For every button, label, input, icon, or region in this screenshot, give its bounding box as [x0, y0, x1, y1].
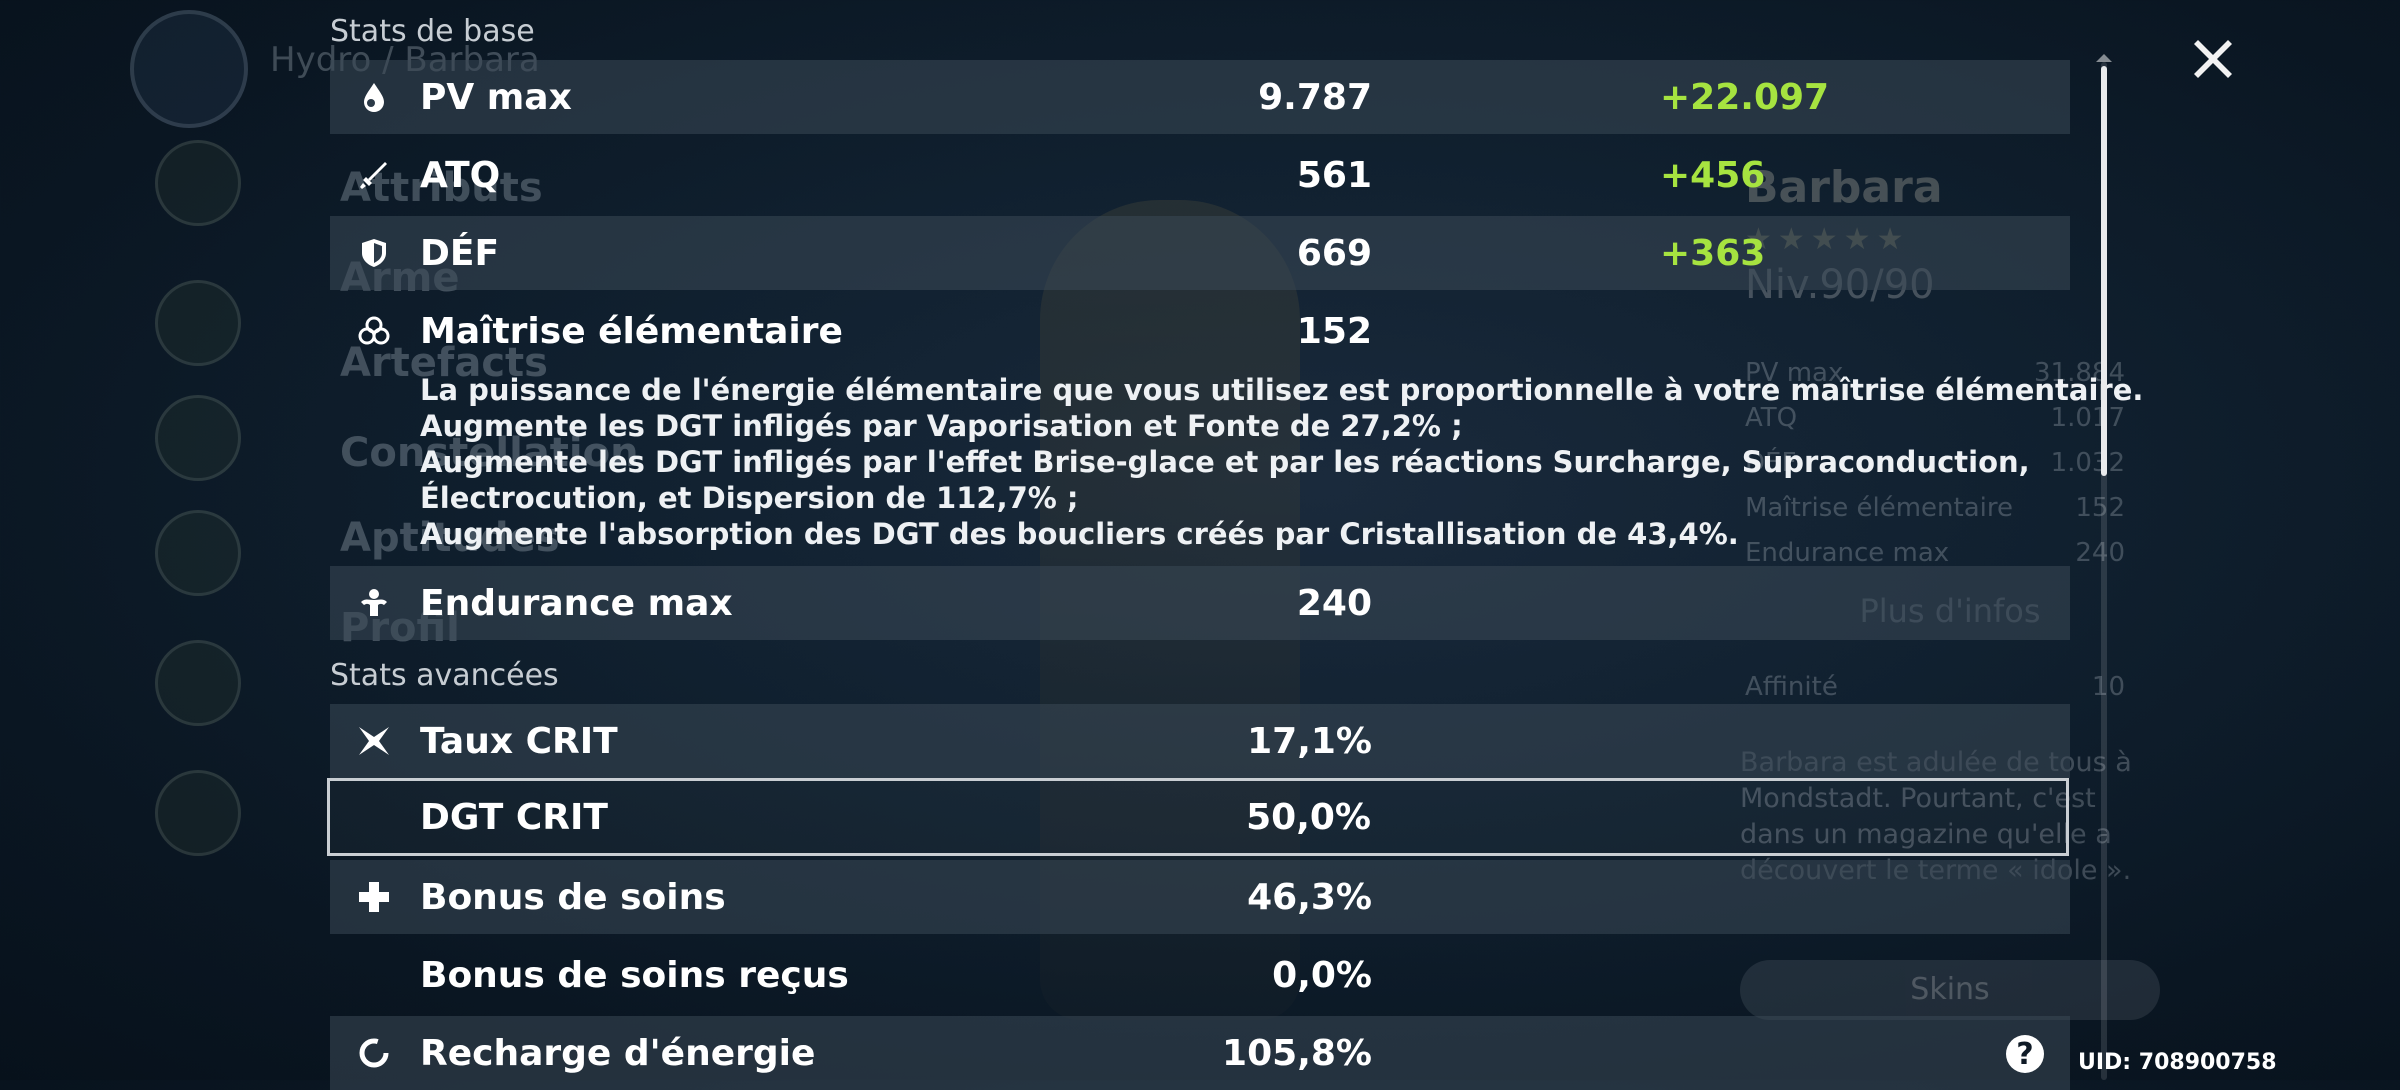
stat-value: 17,1%: [1247, 720, 1372, 762]
section-title-advanced: Stats avancées: [330, 658, 559, 693]
hp-drop-icon: [354, 77, 394, 117]
elemental-mastery-icon: [354, 311, 394, 351]
description-line: Augmente les DGT infligés par Vaporisati…: [420, 409, 1463, 443]
stamina-icon: [354, 583, 394, 623]
stat-value: 50,0%: [1246, 796, 1371, 838]
healing-cross-icon: [354, 877, 394, 917]
close-icon: [2194, 40, 2232, 78]
stat-bonus: +22.097: [1660, 76, 1830, 118]
energy-recharge-icon: [354, 1033, 394, 1073]
player-uid: UID: 708900758: [2078, 1050, 2277, 1075]
stat-label: Maîtrise élémentaire: [420, 310, 843, 352]
description-line: Électrocution, et Dispersion de 112,7% ;: [420, 481, 1079, 515]
stat-label: Recharge d'énergie: [420, 1032, 816, 1074]
stat-label: Bonus de soins reçus: [420, 954, 849, 996]
stat-label: Bonus de soins: [420, 876, 726, 918]
stat-value: 9.787: [1258, 76, 1372, 118]
close-button[interactable]: [2186, 32, 2240, 86]
stat-row-elemental-mastery[interactable]: Maîtrise élémentaire 152: [330, 294, 2070, 368]
stat-value: 240: [1296, 582, 1372, 624]
section-title-base: Stats de base: [330, 14, 535, 49]
stat-value: 152: [1296, 310, 1372, 352]
stat-value: 0,0%: [1272, 954, 1372, 996]
stat-label: DGT CRIT: [420, 796, 608, 838]
stat-label: Taux CRIT: [420, 720, 618, 762]
mastery-description: La puissance de l'énergie élémentaire qu…: [420, 372, 2144, 552]
stat-label: PV max: [420, 76, 572, 118]
stat-value: 669: [1296, 232, 1372, 274]
stat-label: ATQ: [420, 154, 501, 196]
stat-value: 561: [1296, 154, 1372, 196]
stat-label: Endurance max: [420, 582, 733, 624]
stat-row-crit-rate: Taux CRIT 17,1%: [330, 704, 2070, 778]
stat-row-crit-dmg[interactable]: DGT CRIT 50,0%: [327, 778, 2069, 856]
stat-bonus: +363: [1660, 232, 1766, 274]
description-line: La puissance de l'énergie élémentaire qu…: [420, 373, 2144, 407]
defense-shield-icon: [354, 233, 394, 273]
stat-value: 105,8%: [1222, 1032, 1372, 1074]
stat-row-stamina: Endurance max 240: [330, 566, 2070, 640]
scroll-up-arrow-icon[interactable]: [2096, 54, 2112, 62]
stat-row-atk: ATQ 561 +456: [330, 138, 2070, 212]
help-button[interactable]: ?: [2006, 1035, 2044, 1073]
stat-row-energy-recharge: Recharge d'énergie 105,8%: [330, 1016, 2070, 1090]
description-line: Augmente l'absorption des DGT des boucli…: [420, 517, 1739, 551]
crit-rate-icon: [354, 721, 394, 761]
attack-sword-icon: [354, 155, 394, 195]
stats-detail-panel: Stats de base PV max 9.787 +22.097 ATQ 5…: [0, 0, 2400, 1090]
stat-row-incoming-healing: Bonus de soins reçus 0,0%: [330, 938, 2070, 1012]
scrollbar-thumb[interactable]: [2101, 66, 2107, 476]
stat-row-healing-bonus: Bonus de soins 46,3%: [330, 860, 2070, 934]
description-line: Augmente les DGT infligés par l'effet Br…: [420, 445, 2030, 479]
stat-row-def: DÉF 669 +363: [330, 216, 2070, 290]
stat-bonus: +456: [1660, 154, 1766, 196]
stat-row-hp: PV max 9.787 +22.097: [330, 60, 2070, 134]
stat-value: 46,3%: [1247, 876, 1372, 918]
stat-label: DÉF: [420, 232, 500, 274]
